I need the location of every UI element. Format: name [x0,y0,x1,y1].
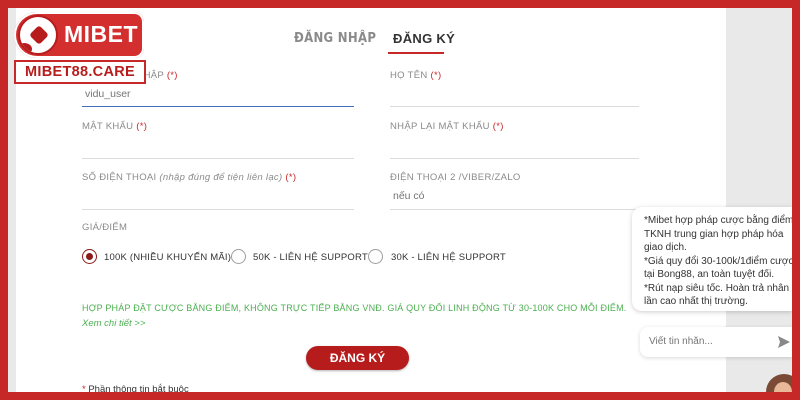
register-submit-button[interactable]: ĐĂNG KÝ [306,346,409,370]
chat-line: *Giá quy đổi 30-100k/1điểm cược [644,255,792,267]
chat-message-input[interactable] [649,336,769,347]
chat-line: *Rút nạp siêu tốc. Hoàn trả nhân 5 [644,282,792,294]
required-mark: (*) [285,172,297,183]
chat-message-bubble: *Mibet hợp pháp cược bằng điểm. TKNH tru… [632,207,792,311]
chat-line: TKNH trung gian hợp pháp hóa [644,228,784,240]
password-label-text: MẬT KHẨU [82,121,134,132]
soccer-ball-icon [18,15,58,55]
username-underline [82,106,354,107]
confirm-password-label: NHẬP LẠI MẬT KHẨU (*) [390,121,504,132]
confirm-password-underline [390,158,639,159]
password-input[interactable] [82,139,350,151]
brand-name: MIBET [64,21,139,47]
phone-hint: (nhập đúng để tiện liên lạc) [159,172,283,183]
fullname-label-text: HỌ TÊN [390,70,428,81]
chat-line: tại Bong88, an toàn tuyệt đối. [644,269,775,280]
confirm-password-label-text: NHẬP LẠI MẬT KHẨU [390,121,490,132]
phone2-input[interactable] [393,190,633,202]
fullname-underline [390,106,639,107]
chat-line: lần cao nhất thị trường. [644,296,748,307]
domain-badge: MIBET88.CARE [14,60,146,84]
required-mark: (*) [492,121,504,132]
fullname-label: HỌ TÊN (*) [390,70,441,81]
price-radio-30k[interactable] [368,249,383,264]
username-input[interactable] [85,88,350,100]
phone2-label: ĐIỆN THOẠI 2 /VIBER/ZALO [390,172,521,183]
phone-underline [82,209,354,210]
required-info-note: * Phần thông tin bắt buộc [82,384,189,392]
required-note-text: Phần thông tin bắt buộc [85,384,189,392]
price-radio-50k[interactable] [231,249,246,264]
required-mark: (*) [430,70,442,81]
active-tab-indicator [388,52,444,54]
logo-banner: MIBET [14,12,144,58]
tab-login[interactable]: ĐĂNG NHẬP [294,31,376,46]
legal-note: HỢP PHÁP ĐẶT CƯỢC BẰNG ĐIỂM, KHÔNG TRỰC … [82,303,627,313]
phone-label: SỐ ĐIỆN THOẠI (nhập đúng để tiện liên lạ… [82,172,296,183]
phone2-underline [390,209,639,210]
send-icon[interactable] [777,335,791,349]
price-radio-100k[interactable] [82,249,97,264]
phone-label-text: SỐ ĐIỆN THOẠI [82,172,157,183]
see-more-link[interactable]: Xem chi tiết >> [82,318,145,329]
required-mark: (*) [136,121,148,132]
price-radio-label[interactable]: 30K - LIÊN HỆ SUPPORT [391,252,506,263]
tab-register[interactable]: ĐĂNG KÝ [393,31,455,46]
price-radio-label[interactable]: 100K (NHIỀU KHUYẾN MÃI) [104,252,231,263]
confirm-password-input[interactable] [390,139,635,151]
chat-line: *Mibet hợp pháp cược bằng điểm. [644,215,792,226]
password-underline [82,158,354,159]
password-label: MẬT KHẨU (*) [82,121,147,132]
chat-line: giao dịch. [644,242,687,253]
chat-input-box [640,327,792,357]
price-radio-label[interactable]: 50K - LIÊN HỆ SUPPORT [253,252,368,263]
chat-agent-avatar[interactable] [766,374,792,392]
price-label: GIÁ/ĐIỂM [82,222,128,233]
site-logo[interactable]: MIBET MIBET88.CARE [14,12,146,88]
required-mark: (*) [166,70,178,81]
fullname-input[interactable] [390,88,635,100]
phone-input[interactable] [82,191,350,203]
